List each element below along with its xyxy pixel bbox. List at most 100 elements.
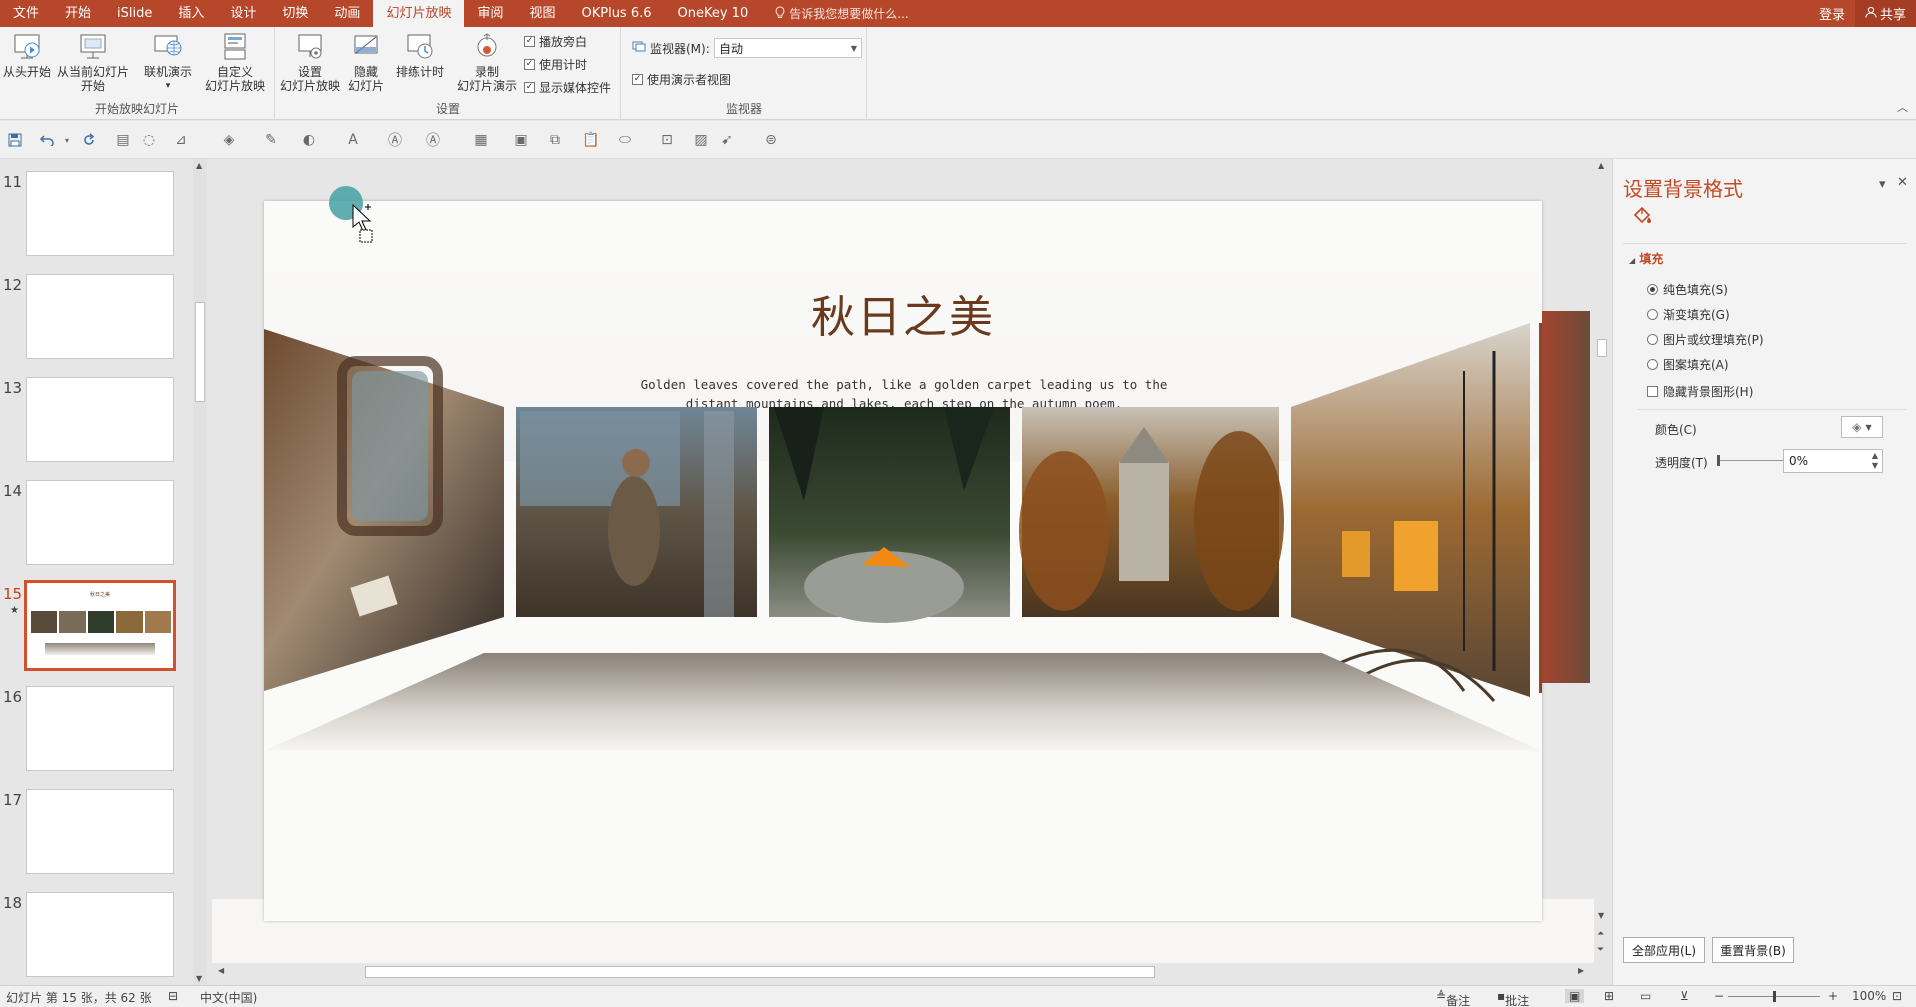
- tab-design[interactable]: 设计: [217, 0, 269, 27]
- fill-bucket-icon[interactable]: [1631, 205, 1653, 230]
- zoom-out-icon[interactable]: −: [1714, 989, 1724, 1003]
- text-effect-icon[interactable]: Ⓐ: [422, 130, 444, 150]
- tab-onekey[interactable]: OneKey 10: [665, 0, 762, 27]
- pen-outline-icon[interactable]: ✎: [260, 130, 282, 150]
- slide-thumbnail[interactable]: 11: [0, 171, 195, 261]
- editor-horizontal-scrollbar[interactable]: ◀ ▶: [212, 963, 1594, 981]
- tab-file[interactable]: 文件: [0, 0, 52, 27]
- tell-me-search[interactable]: 告诉我您想要做什么...: [761, 5, 909, 22]
- slide-preview[interactable]: [26, 480, 174, 565]
- scroll-left-icon[interactable]: ◀: [218, 966, 224, 975]
- scroll-down-icon[interactable]: ▼: [196, 974, 202, 983]
- login-link[interactable]: 登录: [1809, 4, 1855, 23]
- hide-slide-button[interactable]: 隐藏 幻灯片: [342, 31, 390, 93]
- paste-format-icon[interactable]: ⧉: [544, 130, 566, 150]
- align-icon[interactable]: ⊿: [170, 130, 192, 150]
- radio-solid-fill[interactable]: 纯色填充(S): [1647, 281, 1728, 298]
- tab-transitions[interactable]: 切换: [269, 0, 321, 27]
- tab-okplus[interactable]: OKPlus 6.6: [568, 0, 664, 27]
- slide-preview[interactable]: 秋日之美: [24, 580, 176, 671]
- hide-background-graphics-checkbox[interactable]: 隐藏背景图形(H): [1647, 383, 1753, 400]
- language-status[interactable]: 中文(中国): [200, 989, 257, 1006]
- group-objects-icon[interactable]: ▣: [510, 130, 532, 150]
- reading-view-icon[interactable]: ▭: [1640, 989, 1651, 1003]
- current-slide[interactable]: 秋日之美 Golden leaves covered the path, lik…: [264, 201, 1542, 921]
- thumbnail-scrollbar[interactable]: ▲ ▼: [193, 159, 207, 985]
- layout-icon[interactable]: ▤: [112, 130, 134, 150]
- slide-sorter-icon[interactable]: ⊞: [1604, 989, 1614, 1003]
- save-icon[interactable]: [4, 130, 26, 150]
- spell-check-icon[interactable]: ⊟: [168, 989, 178, 1003]
- slide-preview[interactable]: [26, 171, 174, 256]
- apply-to-all-button[interactable]: 全部应用(L): [1623, 937, 1705, 963]
- font-color-icon[interactable]: A: [342, 130, 364, 150]
- setup-slideshow-button[interactable]: 设置 幻灯片放映: [278, 31, 342, 93]
- zoom-in-icon[interactable]: +: [1828, 989, 1838, 1003]
- picture-icon[interactable]: ▨: [690, 130, 712, 150]
- radio-pattern-fill[interactable]: 图案填充(A): [1647, 356, 1729, 373]
- from-beginning-button[interactable]: 从头开始: [2, 31, 52, 79]
- tab-view[interactable]: 视图: [516, 0, 568, 27]
- fill-section-header[interactable]: ◢ 填充: [1629, 250, 1663, 267]
- custom-slideshow-button[interactable]: 自定义 幻灯片放映: [200, 31, 270, 93]
- fill-bucket-icon[interactable]: ◈: [218, 130, 240, 150]
- normal-view-icon[interactable]: ▣: [1565, 989, 1585, 1003]
- slide-thumbnail[interactable]: 17: [0, 789, 195, 879]
- slide-preview[interactable]: [26, 686, 174, 771]
- tab-islide[interactable]: iSlide: [104, 0, 165, 27]
- next-slide-icon[interactable]: ⏷: [1597, 945, 1604, 955]
- presenter-icon[interactable]: ⊜: [760, 130, 782, 150]
- text-highlight-icon[interactable]: Ⓐ: [384, 130, 406, 150]
- from-current-button[interactable]: 从当前幻灯片 开始: [55, 31, 131, 93]
- tab-animations[interactable]: 动画: [321, 0, 373, 27]
- undo-icon[interactable]: [36, 130, 58, 150]
- slide-thumbnail[interactable]: 12: [0, 274, 195, 364]
- zoom-level[interactable]: 100%: [1852, 989, 1886, 1003]
- shapes-icon[interactable]: ◌: [138, 130, 160, 150]
- fill-color-picker[interactable]: ◈ ▼: [1841, 416, 1883, 438]
- slideshow-view-icon[interactable]: ⊻: [1680, 989, 1689, 1003]
- shape-insert-icon[interactable]: ⬭: [614, 130, 636, 150]
- tab-review[interactable]: 审阅: [464, 0, 516, 27]
- transparency-slider-knob[interactable]: [1717, 455, 1720, 466]
- tab-insert[interactable]: 插入: [165, 0, 217, 27]
- notes-button[interactable]: ≜ 备注: [1436, 989, 1470, 1007]
- redo-icon[interactable]: [78, 130, 100, 150]
- chevron-down-icon[interactable]: ▾: [56, 130, 78, 150]
- slide-thumbnail-selected[interactable]: 15 ★ 秋日之美: [0, 580, 195, 673]
- share-button[interactable]: 共享: [1854, 0, 1916, 27]
- slide-thumbnail[interactable]: 13: [0, 377, 195, 467]
- online-present-button[interactable]: 联机演示 ▾: [138, 31, 198, 93]
- zoom-slider-knob[interactable]: [1773, 991, 1776, 1002]
- arrange-icon[interactable]: ▦: [470, 130, 492, 150]
- pane-options-icon[interactable]: ▾: [1879, 177, 1886, 192]
- text-direction-icon[interactable]: ➹: [716, 130, 738, 150]
- slide-thumbnail[interactable]: 14: [0, 480, 195, 570]
- show-media-controls-checkbox[interactable]: ✓ 显示媒体控件: [524, 79, 611, 96]
- collapse-ribbon-icon[interactable]: ︿: [1897, 99, 1908, 115]
- editor-horizontal-scroll-thumb[interactable]: [365, 966, 1155, 978]
- editor-vertical-scrollbar[interactable]: ▲ ▼ ⏶ ⏷: [1594, 159, 1610, 965]
- transparency-slider-track[interactable]: [1719, 460, 1783, 461]
- slide-preview[interactable]: [26, 274, 174, 359]
- slide-preview[interactable]: [26, 789, 174, 874]
- rehearse-timings-button[interactable]: 排练计时: [392, 31, 448, 79]
- tab-slideshow[interactable]: 幻灯片放映: [373, 0, 465, 27]
- thumbnail-scroll-thumb[interactable]: [195, 302, 205, 402]
- radio-gradient-fill[interactable]: 渐变填充(G): [1647, 306, 1730, 323]
- slide-preview[interactable]: [26, 892, 174, 977]
- spinner-icon[interactable]: ▲ ▼: [1872, 451, 1878, 471]
- slide-thumbnail[interactable]: 18: [0, 892, 195, 982]
- scroll-up-icon[interactable]: ▲: [1598, 161, 1604, 170]
- shape-effect-icon[interactable]: ◐: [298, 130, 320, 150]
- comments-button[interactable]: ▪ 批注: [1497, 989, 1529, 1007]
- scroll-right-icon[interactable]: ▶: [1578, 966, 1584, 975]
- gallery-photo-strip[interactable]: [264, 201, 1542, 921]
- slide-count-status[interactable]: 幻灯片 第 15 张，共 62 张: [6, 989, 152, 1006]
- slide-preview[interactable]: [26, 377, 174, 462]
- reset-background-button[interactable]: 重置背景(B): [1712, 937, 1794, 963]
- clipboard-icon[interactable]: 📋: [580, 130, 602, 150]
- editor-vertical-scroll-thumb[interactable]: [1597, 339, 1607, 357]
- fit-to-window-icon[interactable]: ⊡: [1892, 989, 1902, 1003]
- previous-slide-icon[interactable]: ⏶: [1597, 929, 1604, 939]
